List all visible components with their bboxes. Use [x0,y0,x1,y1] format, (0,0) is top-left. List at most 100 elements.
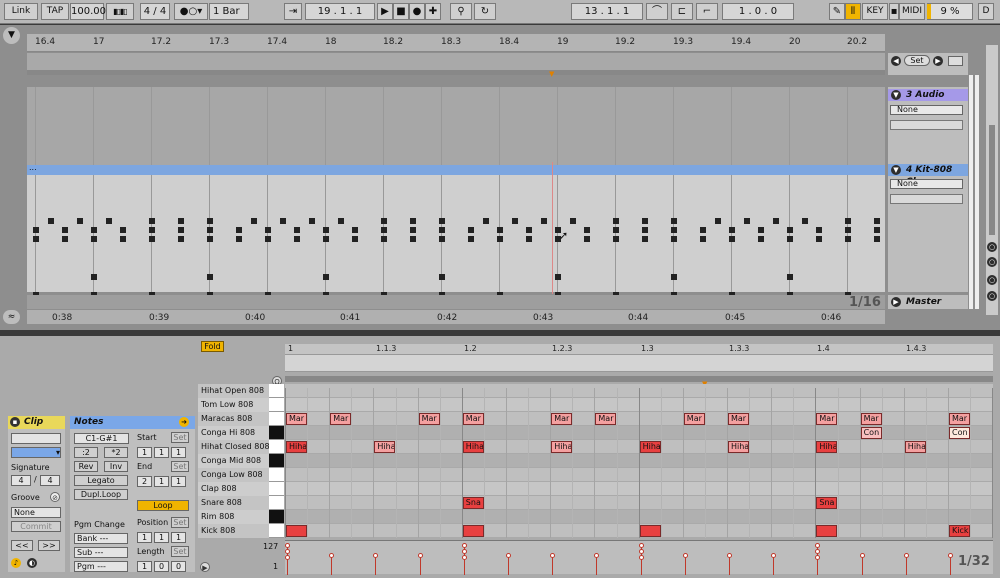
scroll-thumb[interactable] [989,125,995,235]
envelope-toggle-icon[interactable]: ◐ [27,558,37,568]
midi-note[interactable] [462,525,484,537]
arrangement-note[interactable] [381,218,387,224]
automation-icon[interactable]: ⚲ [450,3,472,20]
velocity-handle[interactable] [329,553,335,558]
piano-key[interactable] [269,524,284,538]
midi-clip-body[interactable] [27,175,885,298]
arrangement-note[interactable] [308,218,315,224]
link-button[interactable]: Link [4,3,38,20]
punch-out-icon[interactable]: ⌐ [696,3,718,20]
overview-strip[interactable] [27,53,885,71]
arrangement-note[interactable] [105,218,112,224]
midi-note[interactable]: Sna [816,497,838,509]
arrangement-note[interactable] [468,227,474,233]
arrangement-note[interactable] [207,227,213,233]
velocity-stem[interactable] [508,555,509,575]
legato-button[interactable]: Legato [74,475,128,486]
note-range-field[interactable]: C1-G#1 [74,433,129,444]
arrangement-note[interactable] [700,227,706,233]
velocity-handle[interactable] [682,553,688,558]
piano-key[interactable] [269,384,284,398]
arrangement-note[interactable] [642,218,648,224]
metronome-icon[interactable]: ●○▾ [174,3,208,20]
arrangement-note[interactable] [743,218,750,224]
piano-key[interactable] [269,440,284,454]
end-bar[interactable]: 2 [137,476,152,487]
arrangement-note[interactable] [758,236,764,242]
arrangement-note[interactable] [410,236,416,242]
piano-roll-grid[interactable]: Mar Mar Mar Mar Mar Mar Mar Mar Mar Mar Mar Con Con H… [285,384,994,538]
arrangement-note[interactable] [511,218,518,224]
track-fold-icon[interactable]: ▼ [891,90,901,100]
velocity-handle[interactable] [285,549,290,554]
loop-switch-icon[interactable]: ↻ [474,3,496,20]
velocity-handle[interactable] [948,553,953,558]
arrangement-note[interactable] [47,218,54,224]
arrangement-note[interactable] [540,218,547,224]
arrangement-note[interactable] [671,236,677,242]
midi-clip-header[interactable]: ... [27,163,885,175]
arrangement-note[interactable] [497,227,503,233]
arrangement-note[interactable] [497,236,503,242]
arrangement-note[interactable] [642,227,648,233]
velocity-stem[interactable] [375,555,377,575]
arrangement-note[interactable] [323,236,329,242]
arrangement-note[interactable] [584,236,590,242]
piano-key[interactable] [269,454,284,468]
midi-note[interactable]: Kick [949,525,971,537]
velocity-handle[interactable] [638,555,644,560]
velocity-handle[interactable] [815,549,821,554]
midi-note[interactable]: Mar [286,413,308,425]
drum-pad-row[interactable]: Clap 808 [198,482,284,496]
arrangement-note[interactable] [569,218,576,224]
velocity-stem[interactable] [773,555,775,575]
arrangement-note[interactable] [120,227,126,233]
add-icon[interactable]: ✚ [425,3,441,20]
arrangement-note[interactable] [33,227,39,233]
arrangement-note[interactable] [323,274,329,280]
arrangement-note[interactable] [439,227,445,233]
arrangement-note[interactable] [845,227,851,233]
arrangement-note[interactable] [91,274,97,280]
duplicate-loop-button[interactable]: Dupl.Loop [74,489,128,500]
loop-button[interactable]: Loop [137,500,189,511]
arrangement-note[interactable] [294,227,300,233]
midi-note[interactable]: Mar [330,413,352,425]
reverse-button[interactable]: Rev [74,461,98,472]
midi-note[interactable]: Sna [462,497,484,509]
midi-note[interactable]: Mar [949,413,971,425]
velocity-handle[interactable] [285,555,290,560]
midi-note[interactable]: Mar [462,413,484,425]
velocity-stem[interactable] [905,555,907,575]
start-beat[interactable]: 1 [154,447,169,458]
arrangement-note[interactable] [772,218,779,224]
arrangement-note[interactable] [352,227,358,233]
midi-note[interactable]: Mar [418,413,440,425]
arrangement-note[interactable] [439,236,445,242]
velocity-handle[interactable] [417,553,423,558]
arrangement-note[interactable] [613,218,619,224]
track-input-channel[interactable] [890,120,963,130]
arrangement-note[interactable] [76,218,83,224]
arrangement-note[interactable] [671,227,677,233]
next-locator-icon[interactable]: ▶ [933,56,943,66]
groove-select[interactable]: None [11,507,61,518]
arrangement-note[interactable] [381,227,387,233]
arrangement-note[interactable] [337,218,344,224]
signature-numerator[interactable]: 4 [11,475,31,486]
arrangement-note[interactable] [816,236,822,242]
arrangement-note[interactable] [482,218,489,224]
velocity-toggle-icon[interactable]: ▶ [200,562,210,572]
velocity-stem[interactable] [861,555,863,575]
arrangement-note[interactable] [468,236,474,242]
arrangement-note[interactable] [816,227,822,233]
arrangement-note[interactable] [62,236,68,242]
arrangement-note[interactable] [526,236,532,242]
midi-note[interactable]: Mar [595,413,617,425]
velocity-handle[interactable] [594,553,600,558]
drum-pad-row[interactable]: Conga Hi 808 [198,426,284,440]
arrangement-note[interactable] [874,236,880,242]
loop-start-field[interactable]: 13 . 1 . 1 [571,3,643,20]
time-signature-field[interactable]: 4 / 4 [140,3,170,20]
notes-panel-title[interactable]: Notes [70,416,195,429]
